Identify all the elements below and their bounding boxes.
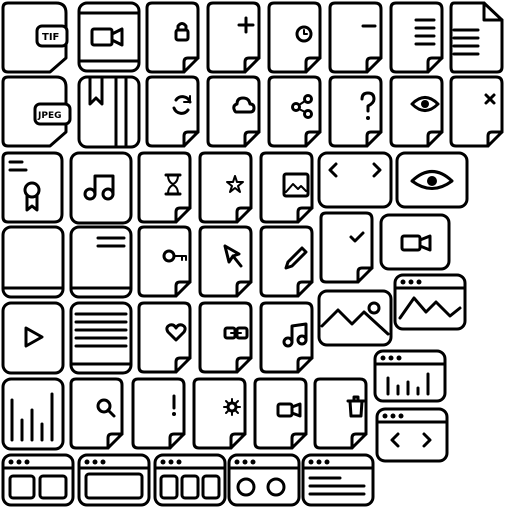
browser-code-icon[interactable] bbox=[374, 406, 450, 464]
file-ribbon-icon[interactable] bbox=[0, 150, 66, 226]
jpeg-badge-text: JPEG bbox=[37, 111, 61, 121]
file-key-icon[interactable] bbox=[136, 224, 194, 300]
file-trash-icon[interactable] bbox=[312, 376, 370, 452]
lines-card-icon[interactable] bbox=[68, 300, 134, 376]
browser-media-icon[interactable] bbox=[226, 452, 302, 508]
file-search-icon[interactable] bbox=[68, 376, 126, 452]
file-help-icon[interactable] bbox=[327, 74, 385, 150]
file-edit-icon[interactable] bbox=[258, 224, 316, 300]
bar-chart-card-icon[interactable] bbox=[0, 376, 66, 452]
notebook-bookmark-icon[interactable] bbox=[76, 74, 142, 150]
browser-columns-icon[interactable] bbox=[152, 452, 228, 508]
file-add-icon[interactable] bbox=[205, 0, 263, 76]
icon-sheet: TIF JPEG bbox=[0, 0, 508, 509]
browser-text-icon[interactable] bbox=[300, 452, 376, 508]
video-card-icon[interactable] bbox=[378, 212, 454, 272]
file-tif-icon[interactable]: TIF bbox=[0, 0, 70, 76]
blank-card-icon[interactable] bbox=[0, 224, 66, 300]
file-alert-icon[interactable] bbox=[130, 376, 188, 452]
file-link-icon[interactable] bbox=[197, 300, 255, 376]
file-hourglass-icon[interactable] bbox=[136, 150, 194, 226]
document-lines-icon[interactable] bbox=[448, 0, 506, 76]
file-clock-icon[interactable] bbox=[266, 0, 324, 76]
file-star-icon[interactable] bbox=[197, 150, 255, 226]
code-window-icon[interactable] bbox=[316, 150, 394, 210]
browser-bars-icon[interactable] bbox=[372, 348, 448, 404]
document-text-icon[interactable] bbox=[388, 0, 446, 76]
tif-badge-text: TIF bbox=[42, 32, 59, 43]
file-cloud-icon[interactable] bbox=[205, 74, 263, 150]
film-video-icon[interactable] bbox=[76, 0, 142, 76]
file-delete-icon[interactable] bbox=[448, 74, 506, 150]
browser-frame-icon[interactable] bbox=[76, 452, 152, 508]
file-heart-icon[interactable] bbox=[136, 300, 194, 376]
file-jpeg-icon[interactable]: JPEG bbox=[0, 74, 72, 150]
file-share-icon[interactable] bbox=[266, 74, 324, 150]
file-remove-icon[interactable] bbox=[327, 0, 385, 76]
play-card-icon[interactable] bbox=[0, 300, 66, 376]
music-card-icon[interactable] bbox=[68, 150, 134, 226]
browser-chart-icon[interactable] bbox=[392, 272, 468, 332]
browser-panels-icon[interactable] bbox=[0, 452, 76, 508]
file-sync-icon[interactable] bbox=[144, 74, 202, 150]
file-lock-icon[interactable] bbox=[144, 0, 202, 76]
file-settings-icon[interactable] bbox=[191, 376, 249, 452]
file-view-icon[interactable] bbox=[388, 74, 446, 150]
document-header-icon[interactable] bbox=[68, 224, 134, 300]
file-cursor-icon[interactable] bbox=[197, 224, 255, 300]
eye-window-icon[interactable] bbox=[394, 150, 470, 210]
file-check-icon[interactable] bbox=[318, 210, 376, 286]
image-card-icon[interactable] bbox=[316, 288, 394, 348]
file-image-icon[interactable] bbox=[258, 150, 316, 226]
file-music-icon[interactable] bbox=[258, 300, 316, 376]
file-video-icon[interactable] bbox=[252, 376, 310, 452]
